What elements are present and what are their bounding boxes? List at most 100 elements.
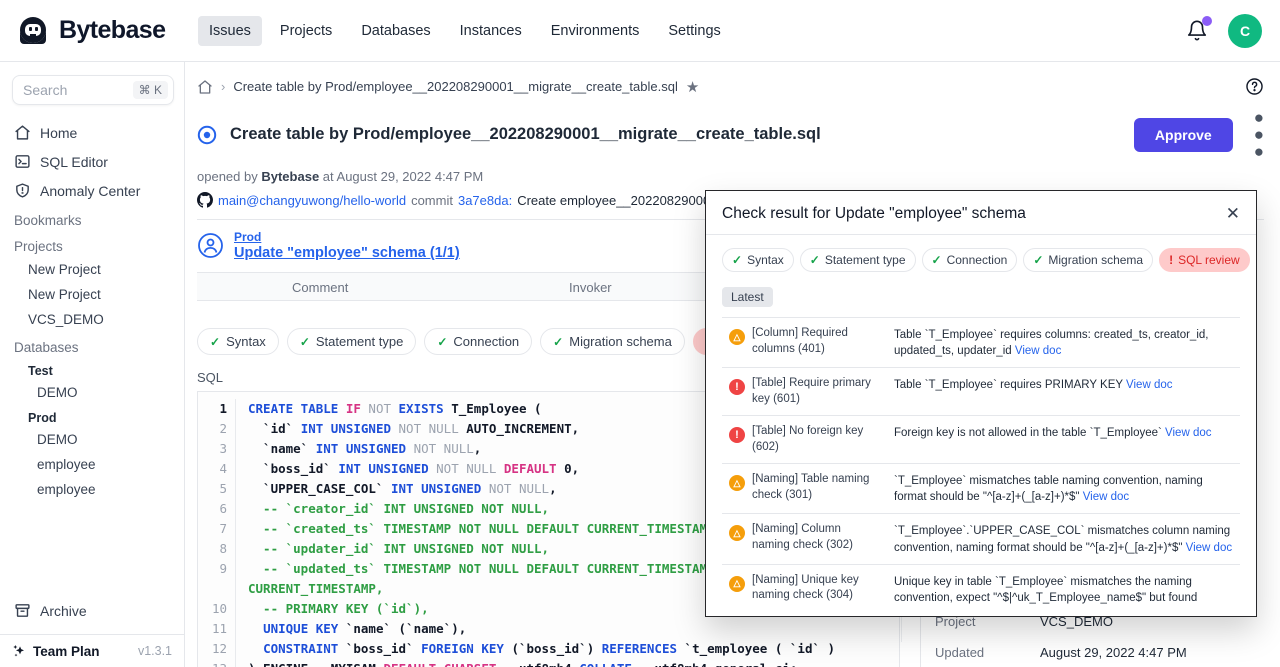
- sidebar-project-item[interactable]: New Project: [0, 257, 184, 282]
- sidebar-db-item[interactable]: employee: [0, 477, 184, 502]
- check-pill-migration-schema[interactable]: ✓Migration schema: [1023, 248, 1153, 272]
- terminal-icon: [14, 153, 31, 170]
- sidebar-db-item[interactable]: employee: [0, 452, 184, 477]
- left-sidebar: Search ⌘ K Home SQL Editor Anomaly Cente…: [0, 62, 185, 667]
- home-icon[interactable]: [197, 79, 213, 95]
- nav-databases[interactable]: Databases: [350, 16, 441, 46]
- commit-hash-link[interactable]: 3a7e8da:: [458, 193, 512, 208]
- check-icon: ✓: [300, 335, 310, 349]
- check-pill-statement-type[interactable]: ✓ Statement type: [287, 328, 417, 355]
- view-doc-link[interactable]: View doc: [1015, 345, 1061, 357]
- nav-issues[interactable]: Issues: [198, 16, 262, 46]
- check-pill-migration-schema[interactable]: ✓ Migration schema: [540, 328, 685, 355]
- code-line: 12 CONSTRAINT `boss_id` FOREIGN KEY (`bo…: [198, 639, 899, 659]
- bytebase-logo[interactable]: Bytebase: [16, 14, 186, 48]
- line-number: 8: [198, 539, 236, 559]
- issue-open-icon: [197, 125, 217, 145]
- line-number: 3: [198, 439, 236, 459]
- check-result-row: △[Naming] Table naming check (301)`T_Emp…: [722, 464, 1240, 514]
- sidebar-item-sql-editor[interactable]: SQL Editor: [0, 147, 184, 176]
- issue-title: Create table by Prod/employee__202208290…: [230, 125, 821, 144]
- code-text: `id` INT UNSIGNED NOT NULL AUTO_INCREMEN…: [236, 419, 579, 439]
- code-text: ) ENGINE = MYISAM DEFAULT CHARSET = utf8…: [236, 659, 797, 667]
- view-doc-link[interactable]: View doc: [1126, 379, 1172, 391]
- opened-by-user: Bytebase: [261, 169, 319, 184]
- line-number: 1: [198, 399, 236, 419]
- check-icon: ✓: [810, 253, 820, 267]
- check-result-row: ![Table] No foreign key (602)Foreign key…: [722, 416, 1240, 464]
- warning-icon: △: [729, 329, 745, 345]
- latest-tab[interactable]: Latest: [722, 287, 773, 307]
- code-text: -- `creator_id` INT UNSIGNED NOT NULL,: [236, 499, 549, 519]
- check-pill-sql-review[interactable]: !SQL review: [1159, 248, 1250, 272]
- warning-icon: △: [729, 576, 745, 592]
- error-icon: !: [729, 379, 745, 395]
- check-pill-label: Syntax: [226, 334, 266, 349]
- user-avatar[interactable]: C: [1228, 14, 1262, 48]
- check-pill-label: Statement type: [316, 334, 403, 349]
- rule-description: Unique key in table `T_Employee` mismatc…: [880, 573, 1240, 606]
- bytebase-logo-icon: [16, 14, 50, 48]
- search-input[interactable]: Search ⌘ K: [12, 75, 174, 105]
- sidebar-section-databases[interactable]: Databases: [0, 332, 184, 358]
- check-pill-connection[interactable]: ✓ Connection: [424, 328, 532, 355]
- check-pill-label: Connection: [453, 334, 519, 349]
- sidebar-item-home[interactable]: Home: [0, 118, 184, 147]
- nav-settings[interactable]: Settings: [657, 16, 731, 46]
- kebab-menu-icon[interactable]: ●●●: [1254, 109, 1264, 160]
- stage-task-link[interactable]: Update "employee" schema (1/1): [234, 245, 460, 261]
- check-pill-statement-type[interactable]: ✓Statement type: [800, 248, 916, 272]
- close-icon[interactable]: ✕: [1226, 205, 1240, 222]
- check-icon: ✓: [210, 335, 220, 349]
- sidebar-db-item[interactable]: DEMO: [0, 380, 184, 405]
- check-pill-syntax[interactable]: ✓Syntax: [722, 248, 794, 272]
- sidebar-project-item[interactable]: VCS_DEMO: [0, 307, 184, 332]
- nav-environments[interactable]: Environments: [540, 16, 651, 46]
- check-pill-connection[interactable]: ✓Connection: [922, 248, 1018, 272]
- sidebar-section-bookmarks[interactable]: Bookmarks: [0, 205, 184, 231]
- chevron-icon: ›: [221, 79, 225, 94]
- line-number: 2: [198, 419, 236, 439]
- line-number: 10: [198, 599, 236, 619]
- issue-header: Create table by Prod/employee__202208290…: [197, 109, 1264, 160]
- sidebar-project-item[interactable]: New Project: [0, 282, 184, 307]
- code-text: -- `created_ts` TIMESTAMP NOT NULL DEFAU…: [236, 519, 722, 539]
- star-icon[interactable]: ★: [686, 78, 699, 96]
- code-text: CREATE TABLE IF NOT EXISTS T_Employee (: [236, 399, 542, 419]
- rule-name: [Naming] Column naming check (302): [752, 522, 880, 555]
- brand-name: Bytebase: [59, 16, 165, 45]
- check-pill-syntax[interactable]: ✓ Syntax: [197, 328, 279, 355]
- check-result-list: △[Column] Required columns (401)Table `T…: [722, 317, 1240, 606]
- version-label: v1.3.1: [138, 644, 172, 658]
- help-button[interactable]: [1245, 77, 1264, 96]
- sidebar-env-test: Test: [0, 358, 184, 380]
- notification-bell-icon[interactable]: [1186, 19, 1208, 43]
- check-result-row: △[Column] Required columns (401)Table `T…: [722, 318, 1240, 368]
- view-doc-link[interactable]: View doc: [1083, 491, 1129, 503]
- nav-instances[interactable]: Instances: [449, 16, 533, 46]
- nav-projects[interactable]: Projects: [269, 16, 343, 46]
- check-icon: ✓: [437, 335, 447, 349]
- home-icon: [14, 124, 31, 141]
- line-number: 4: [198, 459, 236, 479]
- breadcrumb-issue-link[interactable]: Create table by Prod/employee__202208290…: [233, 79, 677, 94]
- view-doc-link[interactable]: View doc: [1165, 427, 1211, 439]
- check-result-modal: Check result for Update "employee" schem…: [705, 190, 1257, 617]
- plan-label[interactable]: Team Plan: [33, 644, 100, 659]
- view-doc-link[interactable]: View doc: [1186, 542, 1232, 554]
- error-icon: !: [729, 427, 745, 443]
- check-pill-label: Migration schema: [569, 334, 672, 349]
- sidebar-item-archive[interactable]: Archive: [0, 596, 184, 625]
- sidebar-section-projects[interactable]: Projects: [0, 231, 184, 257]
- stage-env-link[interactable]: Prod: [234, 230, 460, 244]
- code-text: `name` INT UNSIGNED NOT NULL,: [236, 439, 481, 459]
- rule-description: `T_Employee`.`UPPER_CASE_COL` mismatches…: [880, 522, 1240, 555]
- line-number: [198, 579, 236, 599]
- sidebar-db-item[interactable]: DEMO: [0, 427, 184, 452]
- code-text: `UPPER_CASE_COL` INT UNSIGNED NOT NULL,: [236, 479, 557, 499]
- sidebar-item-anomaly-center[interactable]: Anomaly Center: [0, 176, 184, 205]
- code-text: CONSTRAINT `boss_id` FOREIGN KEY (`boss_…: [236, 639, 835, 659]
- commit-branch-link[interactable]: main@changyuwong/hello-world: [218, 193, 406, 208]
- approve-button[interactable]: Approve: [1134, 118, 1233, 152]
- check-icon: ✓: [553, 335, 563, 349]
